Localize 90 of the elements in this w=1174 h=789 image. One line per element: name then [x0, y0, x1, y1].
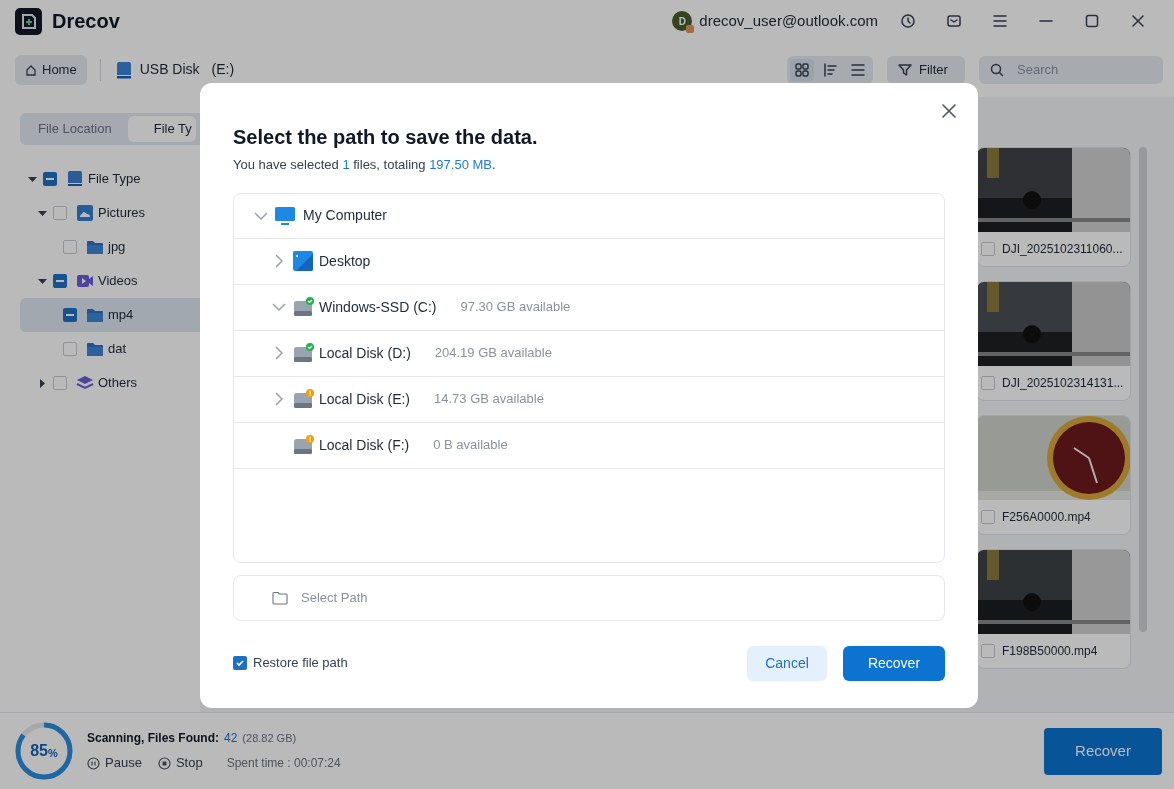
location-name: USB Disk	[139, 60, 200, 79]
desktop-icon	[293, 251, 314, 271]
grid-view-icon[interactable]	[790, 58, 814, 81]
checkbox[interactable]	[981, 510, 995, 524]
file-card[interactable]: F198B50000.mp4	[976, 549, 1131, 669]
selection-summary: You have selected 1 files, totaling 197.50 MB.	[233, 156, 497, 174]
maximize-icon[interactable]	[1084, 13, 1100, 29]
pause-icon	[87, 756, 100, 770]
checkbox[interactable]	[981, 376, 995, 390]
checkbox[interactable]	[63, 342, 77, 356]
view-toggle[interactable]	[787, 55, 873, 84]
checkbox[interactable]	[53, 376, 67, 390]
drive-letter: (E:)	[211, 60, 235, 79]
history-icon[interactable]	[900, 13, 916, 29]
scan-status: Scanning, Files Found:	[87, 730, 219, 748]
tree-item[interactable]: Videos	[20, 264, 200, 298]
chevron-down-icon[interactable]	[272, 300, 286, 314]
checkmark-icon	[235, 658, 245, 668]
file-card[interactable]: F256A0000.mp4	[976, 415, 1131, 535]
expand-triangle-icon[interactable]	[38, 378, 47, 388]
files-found-size: (28.82 GB)	[242, 731, 297, 746]
home-button[interactable]: Home	[15, 54, 87, 85]
file-name: F198B50000.mp4	[1002, 643, 1098, 660]
checkbox[interactable]	[63, 240, 77, 254]
home-icon	[25, 63, 37, 76]
recover-button[interactable]: Recover	[1044, 727, 1162, 775]
tree-item[interactable]: Local Disk (D:) 204.19 GB available	[234, 330, 944, 377]
tree-item[interactable]: Pictures	[20, 196, 200, 230]
tree-item[interactable]: dat	[20, 332, 200, 366]
stop-button[interactable]: Stop	[157, 753, 203, 773]
available-space: 14.73 GB available	[434, 390, 544, 409]
tree-item[interactable]: File Type	[20, 162, 200, 196]
checkbox[interactable]	[63, 308, 77, 322]
available-space: 204.19 GB available	[434, 344, 552, 363]
files-found-count: 42	[224, 730, 238, 748]
picture-icon	[75, 203, 95, 223]
mail-icon[interactable]	[946, 13, 962, 29]
dialog-title: Select the path to save the data.	[233, 125, 539, 150]
spent-time: Spent time : 00:07:24	[226, 755, 341, 772]
collapse-triangle-icon[interactable]	[38, 208, 47, 218]
tree-item[interactable]: Local Disk (E:) 14.73 GB available	[234, 376, 944, 423]
pause-button[interactable]: Pause	[87, 753, 142, 773]
search-field[interactable]: Search	[979, 55, 1163, 84]
folder-icon	[272, 590, 288, 605]
close-icon[interactable]	[1130, 13, 1146, 29]
available-space: 97.30 GB available	[460, 298, 571, 317]
checkbox[interactable]	[981, 242, 995, 256]
percent-sign: %	[48, 746, 58, 761]
close-icon[interactable]	[941, 103, 957, 119]
tab[interactable]: File Ty	[127, 116, 196, 142]
file-card[interactable]: DJI_2025102314131...	[976, 281, 1131, 401]
tree-item[interactable]: Desktop	[234, 238, 944, 285]
file-name: F256A0000.mp4	[1002, 509, 1091, 526]
available-space: 0 B available	[433, 436, 508, 455]
app-logo-icon	[15, 7, 42, 35]
tree-item[interactable]: My Computer	[234, 193, 944, 239]
filter-button[interactable]: Filter	[887, 55, 965, 84]
tree-item[interactable]: Local Disk (F:) 0 B available	[234, 422, 944, 469]
tree-item[interactable]: Others	[20, 366, 200, 400]
scrollbar-thumb[interactable]	[1139, 147, 1147, 632]
tree-item[interactable]: mp4	[20, 298, 200, 332]
chevron-right-icon[interactable]	[272, 392, 286, 406]
collapse-triangle-icon[interactable]	[38, 276, 47, 286]
checkbox-label: Restore file path	[253, 654, 348, 673]
stop-icon	[157, 756, 171, 770]
checkbox[interactable]	[53, 274, 67, 288]
cancel-button[interactable]: Cancel	[747, 645, 827, 681]
app-title: Drecov	[52, 9, 120, 34]
file-name: DJI_2025102314131...	[1002, 375, 1124, 392]
progress-value: 85	[30, 741, 48, 761]
tree-item[interactable]: jpg	[20, 230, 200, 264]
account-email[interactable]: drecov_user@outlook.com	[699, 9, 878, 33]
chevron-right-icon[interactable]	[272, 254, 286, 268]
checkbox[interactable]	[233, 656, 247, 670]
computer-icon	[275, 205, 296, 226]
menu-icon[interactable]	[992, 13, 1008, 29]
avatar[interactable]: D	[672, 11, 693, 31]
path-field[interactable]: Select Path	[233, 574, 945, 621]
file-name: DJI_2025102311060...	[1002, 241, 1123, 258]
collapse-triangle-icon[interactable]	[28, 174, 37, 184]
checkbox[interactable]	[981, 644, 995, 658]
filter-icon	[897, 61, 913, 78]
search-icon	[989, 61, 1005, 78]
checkbox[interactable]	[43, 172, 57, 186]
checkbox[interactable]	[53, 206, 67, 220]
drive-icon	[65, 169, 85, 189]
chevron-right-icon[interactable]	[272, 346, 286, 360]
file-card[interactable]: DJI_2025102311060...	[976, 147, 1131, 267]
tree-item[interactable]: Windows-SSD (C:) 97.30 GB available	[234, 284, 944, 331]
recover-button[interactable]: Recover	[843, 645, 945, 681]
